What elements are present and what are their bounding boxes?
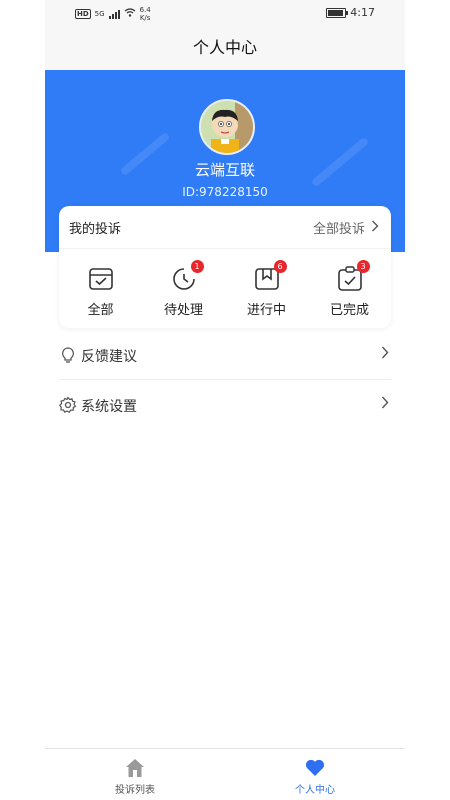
clock: 4:17 xyxy=(350,6,375,19)
status-pending[interactable]: 1 待处理 xyxy=(142,260,225,322)
username: 云端互联 xyxy=(194,161,255,179)
wifi-icon xyxy=(124,8,136,20)
complaint-status-grid: 全部 1 待处理 6 进行中 3 已完成 xyxy=(59,260,391,322)
menu-item-settings[interactable]: 系统设置 xyxy=(59,380,391,429)
lightbulb-icon xyxy=(59,346,77,364)
status-label: 待处理 xyxy=(163,303,203,318)
calendar-check-icon xyxy=(87,265,115,293)
settings-menu: 反馈建议 系统设置 xyxy=(59,330,391,429)
complaints-card-title: 我的投诉 xyxy=(69,222,122,237)
completed-count-badge: 3 xyxy=(356,260,370,273)
status-bar: HD 5G 6.4 K/s 4:17 xyxy=(45,0,405,28)
complaints-card: 我的投诉 全部投诉 全部 1 待处理 6 进行中 3 已完成 xyxy=(59,206,391,328)
status-right: 4:17 xyxy=(326,6,375,19)
heart-icon xyxy=(304,757,326,779)
chevron-right-icon xyxy=(381,394,389,413)
user-id: ID:978228150 xyxy=(182,185,268,199)
signal-icon xyxy=(108,9,120,19)
network-type: 5G xyxy=(94,10,105,18)
tab-label: 个人中心 xyxy=(295,785,335,796)
gear-icon xyxy=(59,396,77,414)
box-progress-icon: 6 xyxy=(253,260,287,293)
tab-personal-center[interactable]: 个人中心 xyxy=(225,749,405,800)
status-in-progress[interactable]: 6 进行中 xyxy=(225,260,308,322)
speed-unit: K/s xyxy=(139,14,151,22)
phone-screen: HD 5G 6.4 K/s 4:17 个人中心 云端互联 ID:97822815… xyxy=(45,0,405,800)
speed-value: 6.4 xyxy=(139,6,151,14)
status-left: HD 5G 6.4 K/s xyxy=(75,6,151,22)
in-progress-count-badge: 6 xyxy=(273,260,287,273)
clock-pending-icon: 1 xyxy=(170,260,204,293)
tab-label: 投诉列表 xyxy=(115,785,155,796)
avatar-image xyxy=(201,101,253,153)
nav-bar: 个人中心 xyxy=(45,28,405,70)
network-speed: 6.4 K/s xyxy=(140,6,151,22)
page-title: 个人中心 xyxy=(192,38,257,57)
status-all[interactable]: 全部 xyxy=(59,262,142,322)
status-label: 全部 xyxy=(87,303,114,318)
chevron-right-icon xyxy=(381,344,389,363)
tab-complaint-list[interactable]: 投诉列表 xyxy=(45,749,225,800)
tab-bar: 投诉列表 个人中心 xyxy=(45,748,405,800)
menu-item-label: 反馈建议 xyxy=(81,349,137,365)
chevron-right-icon xyxy=(371,220,379,236)
home-icon xyxy=(124,757,146,779)
divider xyxy=(59,248,391,249)
status-label: 进行中 xyxy=(246,303,286,318)
pending-count-badge: 1 xyxy=(190,260,204,273)
menu-item-label: 系统设置 xyxy=(81,399,137,415)
status-completed[interactable]: 3 已完成 xyxy=(308,260,391,322)
hd-indicator: HD xyxy=(75,9,91,19)
clipboard-check-icon: 3 xyxy=(336,260,370,293)
avatar[interactable] xyxy=(199,99,255,155)
view-all-label: 全部投诉 xyxy=(312,222,365,237)
menu-item-feedback[interactable]: 反馈建议 xyxy=(59,330,391,380)
battery-icon xyxy=(326,7,349,18)
status-label: 已完成 xyxy=(329,303,369,318)
view-all-complaints-link[interactable]: 全部投诉 xyxy=(313,218,379,237)
